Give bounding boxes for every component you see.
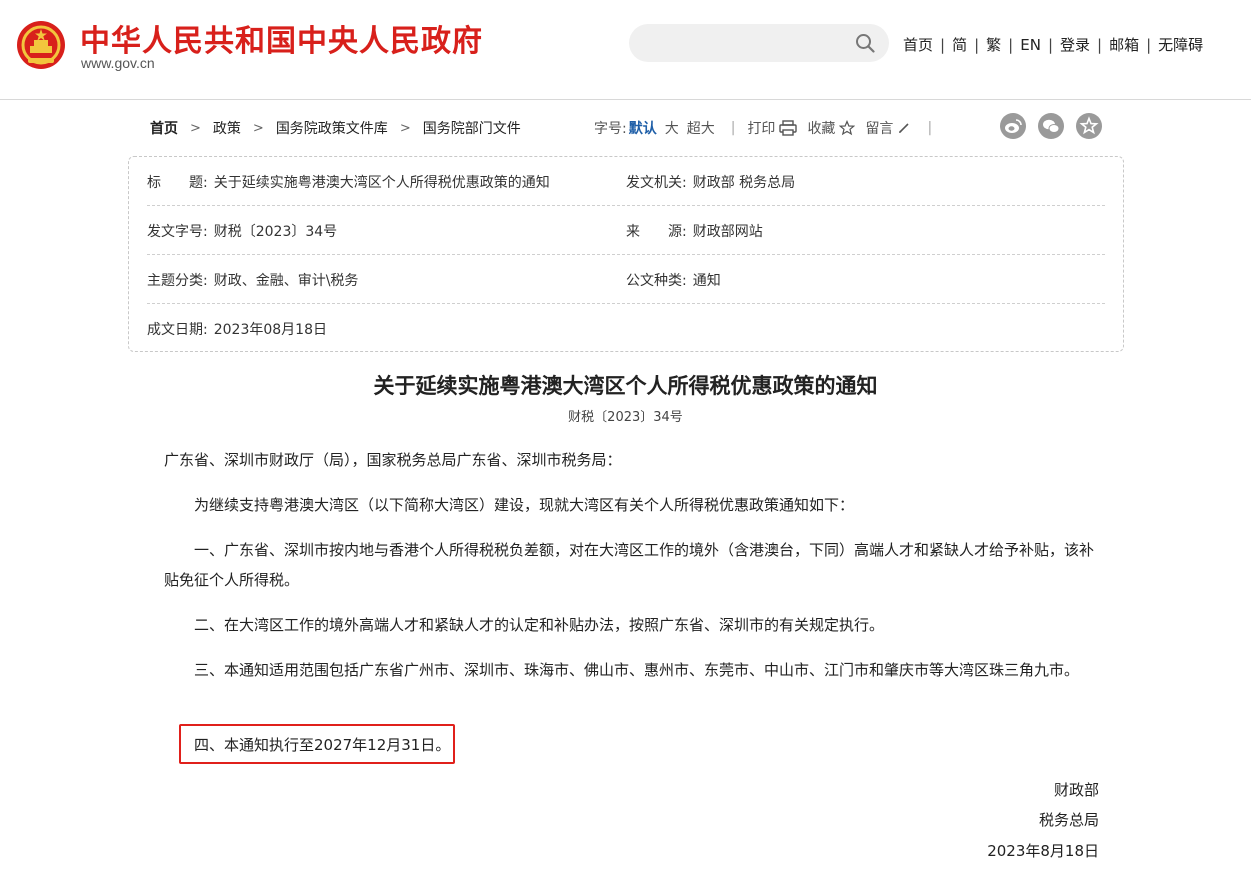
info-issuer: 发文机关: 财政部 税务总局 [626,172,795,192]
site-header: 中华人民共和国中央人民政府 www.gov.cn 首页 | 简 | 繁 | EN… [0,0,1251,100]
info-value: 财政部网站 [692,224,763,240]
article-item-2: 二、在大湾区工作的境外高端人才和紧缺人才的认定和补贴办法，按照广东省、深圳市的有… [194,616,885,634]
info-date: 成文日期: 2023年08月18日 [147,319,327,339]
info-label: 发文字号: [147,224,208,240]
breadcrumb-department-docs[interactable]: 国务院部门文件 [423,118,521,138]
signature-date: 2023年8月18日 [987,842,1099,860]
breadcrumb-bar: 首页 > 政策 > 国务院政策文件库 > 国务院部门文件 字号: 默认 大 超大… [0,110,1251,144]
signature-tax-bureau: 税务总局 [1038,811,1099,829]
info-category: 主题分类: 财政、金融、审计\税务 [147,270,358,290]
info-source: 来 源: 财政部网站 [626,221,763,241]
national-emblem-icon[interactable] [16,20,66,70]
comment-label: 留言 [865,121,894,137]
info-row: 主题分类: 财政、金融、审计\税务 公文种类: 通知 [147,255,1105,304]
tools-separator: | [730,120,736,136]
favorite-share-button[interactable] [1076,113,1102,139]
wechat-icon [1043,119,1060,133]
highlight-box [179,724,455,764]
info-label: 成文日期: [147,322,208,338]
search-box[interactable] [629,24,889,62]
nav-separator: | [940,35,946,54]
nav-english[interactable]: EN [1014,36,1047,54]
font-size-xlarge[interactable]: 超大 [687,118,715,138]
nav-separator: | [1008,35,1014,54]
info-label: 标 题: [147,175,208,191]
pencil-icon [899,123,910,133]
breadcrumb-policy[interactable]: 政策 [213,118,241,138]
info-value: 财税〔2023〕34号 [213,224,338,240]
signature-ministry: 财政部 [1053,781,1099,799]
nav-home[interactable]: 首页 [897,34,939,55]
document-info-box: 标 题: 关于延续实施粤港澳大湾区个人所得税优惠政策的通知 发文机关: 财政部 税务… [128,156,1124,352]
article-intro: 为继续支持粤港澳大湾区（以下简称大湾区）建设，现就大湾区有关个人所得税优惠政策通… [194,496,855,514]
chevron-right-icon: > [190,120,201,136]
font-size-default[interactable]: 默认 [629,118,657,138]
top-nav: 首页 | 简 | 繁 | EN | 登录 | 邮箱 | 无障碍 [897,34,1209,55]
nav-separator: | [1047,35,1053,54]
info-value: 关于延续实施粤港澳大湾区个人所得税优惠政策的通知 [213,175,550,191]
info-label: 发文机关: [626,175,687,191]
wechat-share-button[interactable] [1038,113,1064,139]
article-tools: 字号: 默认 大 超大 | 打印 收藏 留言 | [594,118,942,138]
info-row: 标 题: 关于延续实施粤港澳大湾区个人所得税优惠政策的通知 发文机关: 财政部 税务… [147,157,1105,206]
info-value: 2023年08月18日 [213,322,327,338]
chevron-right-icon: > [399,120,411,136]
weibo-icon [1005,119,1022,133]
article-item-1: 一、广东省、深圳市按内地与香港个人所得税税负差额，对在大湾区工作的境外（含港澳台… [164,541,1095,589]
info-row: 成文日期: 2023年08月18日 [147,304,1105,353]
info-row: 发文字号: 财税〔2023〕34号 来 源: 财政部网站 [147,206,1105,255]
print-button[interactable]: 打印 [747,118,798,138]
info-value: 通知 [692,273,721,289]
info-label: 公文种类: [626,273,687,289]
nav-simplified[interactable]: 简 [946,34,973,55]
printer-icon [779,120,798,136]
info-doc-type: 公文种类: 通知 [626,270,721,290]
nav-separator: | [974,35,980,54]
breadcrumb-policy-library[interactable]: 国务院政策文件库 [276,118,388,138]
info-title: 标 题: 关于延续实施粤港澳大湾区个人所得税优惠政策的通知 [147,172,550,192]
star-icon [1079,116,1099,135]
article-title: 关于延续实施粤港澳大湾区个人所得税优惠政策的通知 [373,373,878,398]
nav-accessibility[interactable]: 无障碍 [1152,34,1209,55]
search-icon[interactable] [855,33,875,53]
info-label: 主题分类: [147,273,208,289]
tools-separator: | [927,120,933,136]
nav-separator: | [1097,35,1103,54]
weibo-share-button[interactable] [1000,113,1026,139]
favorite-label: 收藏 [807,121,836,137]
print-label: 打印 [747,121,776,137]
star-icon [839,120,856,136]
nav-separator: | [1146,35,1152,54]
info-label: 来 源: [626,224,687,240]
info-doc-no: 发文字号: 财税〔2023〕34号 [147,221,337,241]
article-addressee: 广东省、深圳市财政厅（局），国家税务总局广东省、深圳市税务局： [164,451,622,469]
article-item-3: 三、本通知适用范围包括广东省广州市、深圳市、珠海市、佛山市、惠州市、东莞市、中山… [194,661,1080,679]
comment-button[interactable]: 留言 [865,118,911,138]
font-size-label: 字号: [594,121,627,137]
article-doc-number: 财税〔2023〕34号 [568,410,683,425]
site-domain[interactable]: www.gov.cn [81,55,155,71]
nav-traditional[interactable]: 繁 [980,34,1007,55]
breadcrumb-home[interactable]: 首页 [150,118,178,138]
info-value: 财政部 税务总局 [692,175,796,191]
favorite-button[interactable]: 收藏 [807,118,856,138]
breadcrumb: 首页 > 政策 > 国务院政策文件库 > 国务院部门文件 [150,118,521,138]
chevron-right-icon: > [252,120,264,136]
font-size-large[interactable]: 大 [665,118,679,138]
nav-login[interactable]: 登录 [1054,34,1096,55]
site-title[interactable]: 中华人民共和国中央人民政府 [80,16,483,60]
info-value: 财政、金融、审计\税务 [213,273,359,289]
nav-mail[interactable]: 邮箱 [1103,34,1145,55]
